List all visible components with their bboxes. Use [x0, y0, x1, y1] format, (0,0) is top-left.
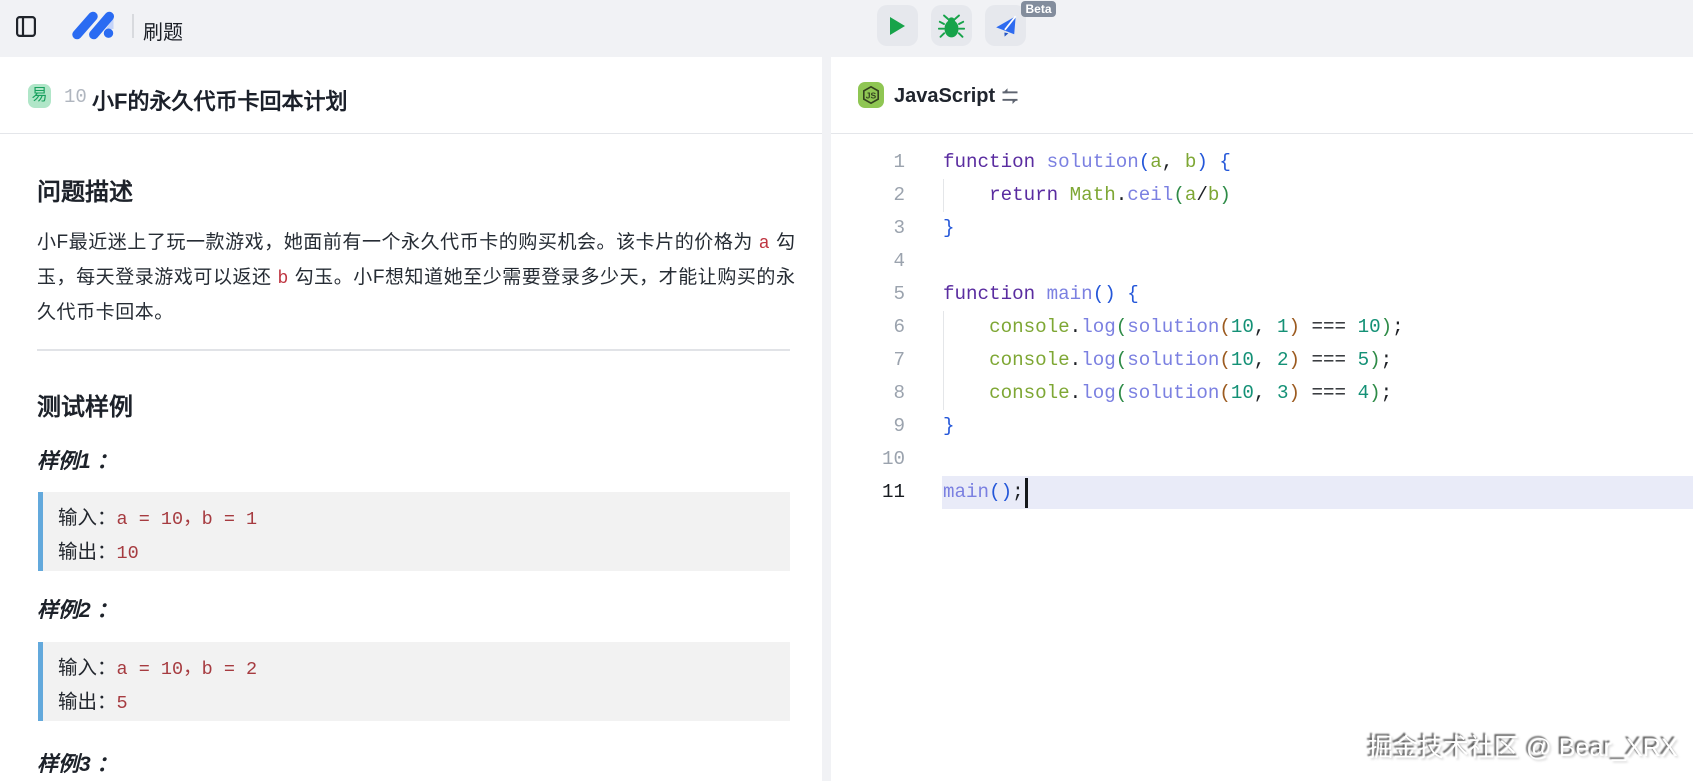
svg-text:JS: JS [866, 91, 877, 101]
